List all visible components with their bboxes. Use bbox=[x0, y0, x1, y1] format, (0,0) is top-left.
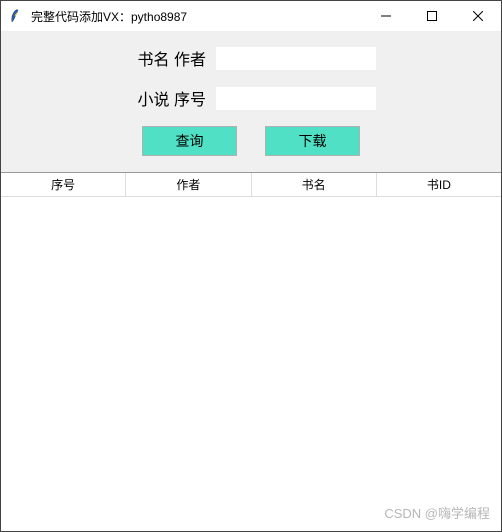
titlebar: 完整代码添加VX：pytho8987 bbox=[1, 1, 501, 32]
app-window: 完整代码添加VX：pytho8987 书名 作者 小说 序号 查询 下载 bbox=[0, 0, 502, 532]
form-panel: 书名 作者 小说 序号 查询 下载 bbox=[1, 32, 501, 172]
download-button[interactable]: 下载 bbox=[265, 126, 360, 156]
table-header-index[interactable]: 序号 bbox=[1, 173, 126, 196]
minimize-button[interactable] bbox=[363, 1, 409, 31]
window-controls bbox=[363, 1, 501, 31]
novel-index-input[interactable] bbox=[216, 87, 376, 110]
book-author-input[interactable] bbox=[216, 47, 376, 70]
close-button[interactable] bbox=[455, 1, 501, 31]
table-body[interactable] bbox=[1, 197, 501, 531]
maximize-button[interactable] bbox=[409, 1, 455, 31]
results-table: 序号 作者 书名 书ID bbox=[1, 172, 501, 531]
novel-index-label: 小说 序号 bbox=[126, 86, 206, 110]
book-author-label: 书名 作者 bbox=[126, 46, 206, 70]
form-row-book-author: 书名 作者 bbox=[1, 46, 501, 70]
app-icon bbox=[9, 8, 25, 24]
table-header-bookid[interactable]: 书ID bbox=[377, 173, 501, 196]
form-row-novel-index: 小说 序号 bbox=[1, 86, 501, 110]
table-header-author[interactable]: 作者 bbox=[126, 173, 251, 196]
window-title: 完整代码添加VX：pytho8987 bbox=[31, 8, 363, 25]
button-row: 查询 下载 bbox=[1, 126, 501, 156]
table-header-title[interactable]: 书名 bbox=[252, 173, 377, 196]
query-button[interactable]: 查询 bbox=[142, 126, 237, 156]
table-header-row: 序号 作者 书名 书ID bbox=[1, 173, 501, 197]
